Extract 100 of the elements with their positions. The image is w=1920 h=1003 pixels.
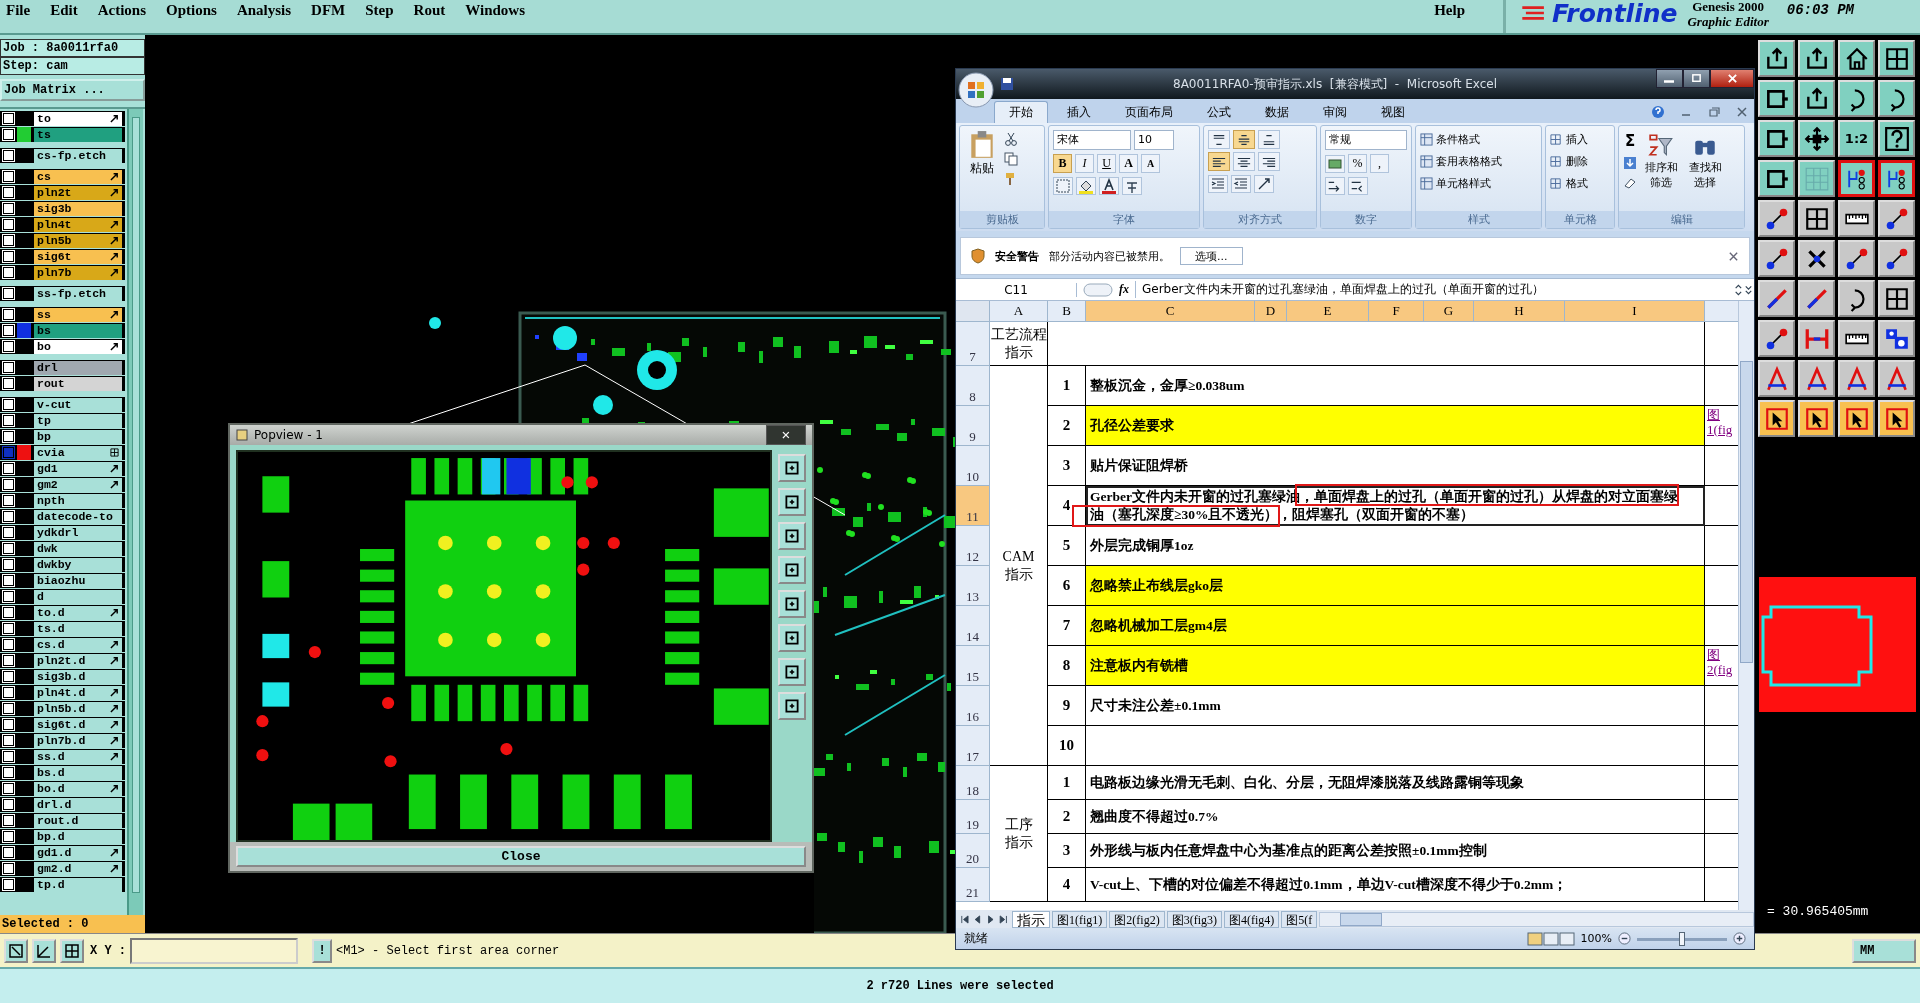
number-format-button[interactable]: % bbox=[1348, 154, 1367, 173]
layer-checkbox[interactable] bbox=[3, 219, 14, 230]
layer-item[interactable]: ss-fp.etch bbox=[34, 286, 122, 301]
job-matrix-button[interactable]: Job Matrix ... bbox=[0, 79, 145, 101]
menu-item[interactable]: Step bbox=[365, 0, 394, 19]
paste-button[interactable]: 粘贴 bbox=[964, 130, 1000, 207]
row-header[interactable]: 8 bbox=[956, 366, 990, 406]
menu-item[interactable]: Options bbox=[166, 0, 217, 19]
layer-item[interactable]: sig6t bbox=[34, 249, 122, 264]
layer-item[interactable]: gd1.d bbox=[34, 845, 122, 860]
column-header[interactable]: E bbox=[1287, 301, 1369, 321]
menu-item[interactable]: Rout bbox=[413, 0, 446, 19]
layer-checkbox[interactable] bbox=[3, 671, 14, 682]
layer-item[interactable]: ts bbox=[34, 127, 122, 142]
cell-menu-button[interactable]: 删除 bbox=[1550, 152, 1610, 170]
row-header[interactable]: 14 bbox=[956, 606, 990, 646]
layer-item[interactable]: bs bbox=[34, 323, 122, 338]
scrollbar[interactable] bbox=[127, 109, 143, 915]
formula-field[interactable]: Gerber文件内未开窗的过孔塞绿油，单面焊盘上的过孔（单面开窗的过孔） bbox=[1135, 281, 1726, 298]
layer-item[interactable]: dwkby bbox=[34, 557, 122, 572]
layer-item[interactable]: rout bbox=[34, 376, 122, 391]
column-header[interactable]: A bbox=[990, 301, 1048, 321]
restore-icon[interactable] bbox=[1707, 105, 1721, 119]
zoom-out-icon[interactable] bbox=[1618, 932, 1631, 945]
layer-checkbox[interactable] bbox=[3, 447, 14, 458]
layer-checkbox[interactable] bbox=[3, 655, 14, 666]
font-style-button[interactable]: B bbox=[1053, 154, 1072, 173]
layer-item[interactable]: pln4t bbox=[34, 217, 122, 232]
layer-item[interactable]: pln7b.d bbox=[34, 733, 122, 748]
close-button[interactable]: × bbox=[766, 425, 806, 445]
layer-checkbox[interactable] bbox=[3, 879, 14, 890]
layer-swatch[interactable] bbox=[17, 127, 31, 142]
autosum-button[interactable]: Σ bbox=[1624, 132, 1636, 150]
align-button[interactable] bbox=[1258, 152, 1280, 171]
layer-checkbox[interactable] bbox=[3, 203, 14, 214]
sheet-tab[interactable]: 图2(fig2) bbox=[1109, 910, 1165, 928]
sheet-navigation-icon[interactable] bbox=[960, 913, 1010, 925]
row-header[interactable]: 20 bbox=[956, 834, 990, 868]
layer-item[interactable]: bp bbox=[34, 429, 122, 444]
layer-checkbox[interactable] bbox=[3, 267, 14, 278]
tool-button[interactable]: 1:2 bbox=[1838, 120, 1875, 157]
column-header[interactable]: I bbox=[1565, 301, 1705, 321]
row-header[interactable]: 21 bbox=[956, 868, 990, 902]
ribbon-tab[interactable]: 页面布局 bbox=[1110, 101, 1188, 123]
ribbon-tab[interactable]: 公式 bbox=[1192, 101, 1246, 123]
layer-item[interactable]: cs-fp.etch bbox=[34, 148, 122, 163]
layer-item[interactable]: bs.d bbox=[34, 765, 122, 780]
layer-item[interactable]: ts.d bbox=[34, 621, 122, 636]
layer-checkbox[interactable] bbox=[3, 735, 14, 746]
hyperlink[interactable]: 图1(fig bbox=[1707, 407, 1738, 437]
copy-icon[interactable] bbox=[1004, 152, 1018, 166]
align-button[interactable] bbox=[1233, 152, 1255, 171]
layer-item[interactable]: ss.d bbox=[34, 749, 122, 764]
decimal-icon[interactable] bbox=[1325, 177, 1345, 195]
layer-item[interactable]: rout.d bbox=[34, 813, 122, 828]
ribbon-tab[interactable]: 审阅 bbox=[1308, 101, 1362, 123]
font-color-icon[interactable] bbox=[1099, 177, 1119, 195]
layer-checkbox[interactable] bbox=[3, 815, 14, 826]
layer-checkbox[interactable] bbox=[3, 341, 14, 352]
coordinate-input[interactable] bbox=[130, 937, 298, 964]
layer-checkbox[interactable] bbox=[3, 150, 14, 161]
layer-checkbox[interactable] bbox=[3, 495, 14, 506]
layer-checkbox[interactable] bbox=[3, 607, 14, 618]
sheet-tab[interactable]: 指示 bbox=[1012, 910, 1050, 928]
layer-checkbox[interactable] bbox=[3, 639, 14, 650]
name-box[interactable]: C11 bbox=[956, 282, 1077, 297]
row-header[interactable]: 16 bbox=[956, 686, 990, 726]
number-format-field[interactable]: 常规 bbox=[1325, 130, 1407, 150]
maximize-button[interactable] bbox=[1683, 69, 1710, 88]
layer-item[interactable]: sig3b.d bbox=[34, 669, 122, 684]
layer-item[interactable]: to.d bbox=[34, 605, 122, 620]
layer-item[interactable]: pln7b bbox=[34, 265, 122, 280]
currency-icon[interactable] bbox=[1325, 154, 1345, 173]
align-button[interactable] bbox=[1208, 130, 1230, 149]
layer-swatch[interactable] bbox=[17, 445, 31, 460]
sheet-tab[interactable]: 图4(fig4) bbox=[1224, 910, 1280, 928]
menu-item[interactable]: Actions bbox=[97, 0, 146, 19]
layer-checkbox[interactable] bbox=[3, 527, 14, 538]
ribbon-tab[interactable]: 数据 bbox=[1250, 101, 1304, 123]
decimal-icon[interactable] bbox=[1348, 177, 1368, 195]
layer-item[interactable]: ydkdrl bbox=[34, 525, 122, 540]
sheet-tab[interactable]: 图5(f bbox=[1281, 910, 1318, 928]
layer-item[interactable]: dwk bbox=[34, 541, 122, 556]
layer-item[interactable]: cs.d bbox=[34, 637, 122, 652]
row-header[interactable]: 9 bbox=[956, 406, 990, 446]
layer-item[interactable]: sig3b bbox=[34, 201, 122, 216]
help-menu[interactable]: Help bbox=[1434, 0, 1465, 19]
ribbon-tab[interactable]: 插入 bbox=[1052, 101, 1106, 123]
layer-item[interactable]: bo bbox=[34, 339, 122, 354]
fill-down-icon[interactable] bbox=[1623, 156, 1637, 170]
layer-checkbox[interactable] bbox=[3, 171, 14, 182]
layer-item[interactable]: drl bbox=[34, 360, 122, 375]
layer-checkbox[interactable] bbox=[3, 235, 14, 246]
style-menu-button[interactable]: 单元格样式 bbox=[1420, 174, 1537, 192]
menu-item[interactable]: DFM bbox=[311, 0, 346, 19]
style-menu-button[interactable]: 套用表格格式 bbox=[1420, 152, 1537, 170]
font-style-button[interactable]: U bbox=[1097, 154, 1116, 173]
row-header[interactable]: 19 bbox=[956, 800, 990, 834]
column-header[interactable]: F bbox=[1369, 301, 1424, 321]
layer-checkbox[interactable] bbox=[3, 251, 14, 262]
